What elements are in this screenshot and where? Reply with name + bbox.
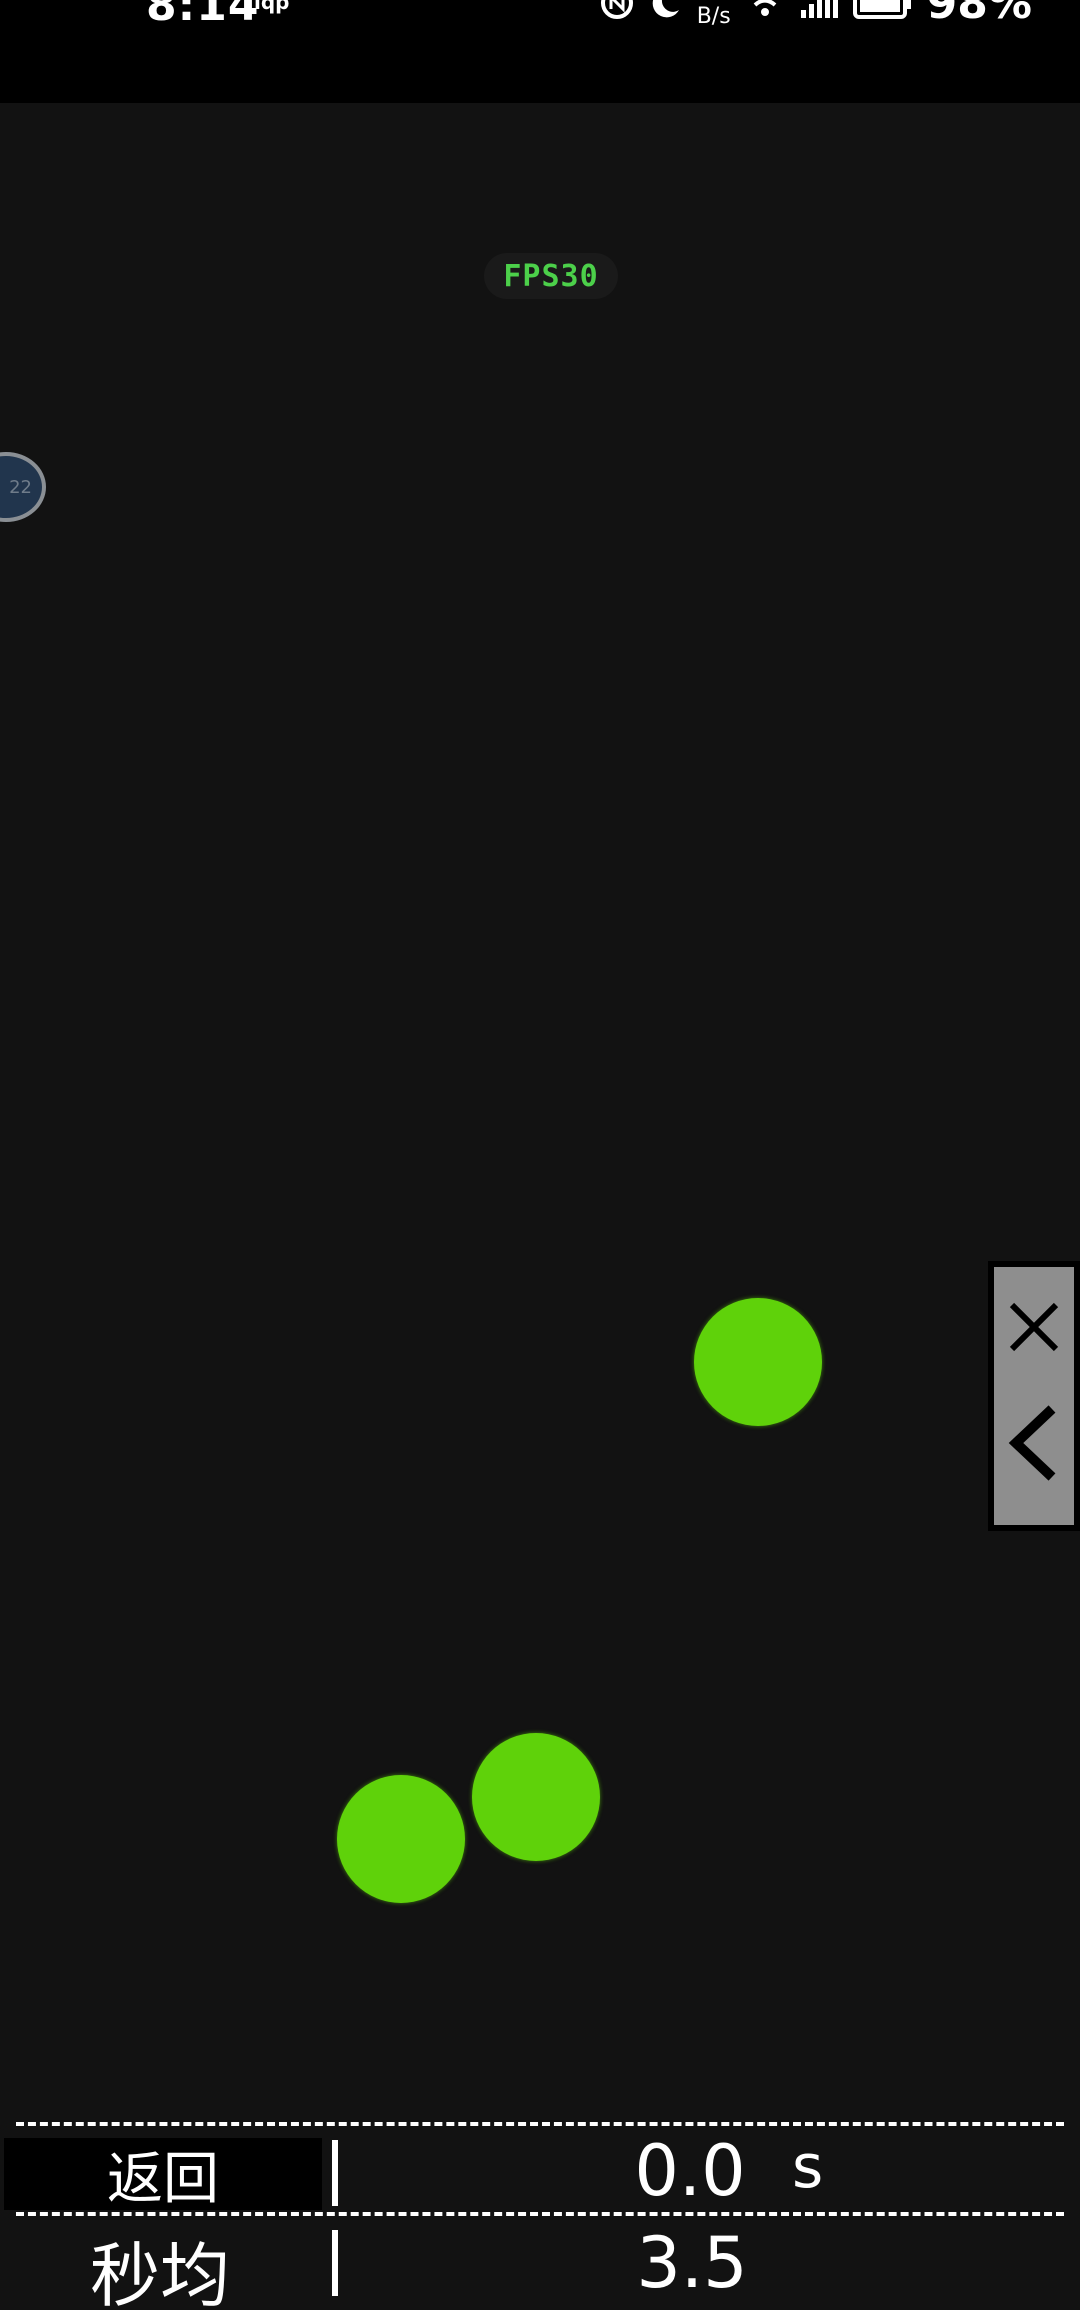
side-panel-body bbox=[994, 1267, 1074, 1525]
side-collapse-button[interactable] bbox=[994, 1395, 1074, 1495]
average-label: 秒均 bbox=[90, 2235, 230, 2310]
column-divider bbox=[332, 2230, 338, 2296]
status-time-suffix: lqp bbox=[254, 0, 290, 14]
dashed-divider-top bbox=[16, 2122, 1064, 2126]
fps-counter: FPS30 bbox=[484, 253, 618, 299]
battery-percent: 98% bbox=[926, 0, 1032, 29]
moon-icon bbox=[649, 0, 683, 20]
column-divider bbox=[332, 2140, 338, 2206]
close-icon bbox=[1006, 1299, 1062, 1359]
signal-icon bbox=[799, 0, 839, 20]
wifi-icon bbox=[745, 0, 785, 20]
side-close-button[interactable] bbox=[994, 1279, 1074, 1379]
nfc-icon bbox=[599, 0, 635, 21]
elapsed-time-unit: s bbox=[792, 2132, 824, 2202]
stats-panel: 返回 0.0 s 秒均 3.5 bbox=[0, 2118, 1080, 2310]
status-icons: B/s 98% bbox=[599, 0, 1032, 29]
average-value: 3.5 bbox=[636, 2222, 748, 2304]
app-root: 8:14 lqp B/s 98% FPS30 22 返回 0.0 s 秒均 3.… bbox=[0, 0, 1080, 2310]
status-time: 8:14 bbox=[146, 0, 260, 31]
elapsed-time-value: 0.0 bbox=[634, 2130, 746, 2212]
target-circle[interactable] bbox=[337, 1775, 465, 1903]
dashed-divider-middle bbox=[16, 2212, 1064, 2216]
target-circle[interactable] bbox=[472, 1733, 600, 1861]
battery-icon bbox=[852, 0, 913, 20]
net-speed: B/s bbox=[696, 4, 731, 29]
side-panel bbox=[988, 1261, 1080, 1531]
target-circle[interactable] bbox=[694, 1298, 822, 1426]
back-button[interactable]: 返回 bbox=[4, 2138, 322, 2212]
chevron-left-icon bbox=[1006, 1405, 1062, 1485]
game-field[interactable] bbox=[0, 103, 1080, 2118]
status-bar: 8:14 lqp B/s 98% bbox=[0, 0, 1080, 103]
